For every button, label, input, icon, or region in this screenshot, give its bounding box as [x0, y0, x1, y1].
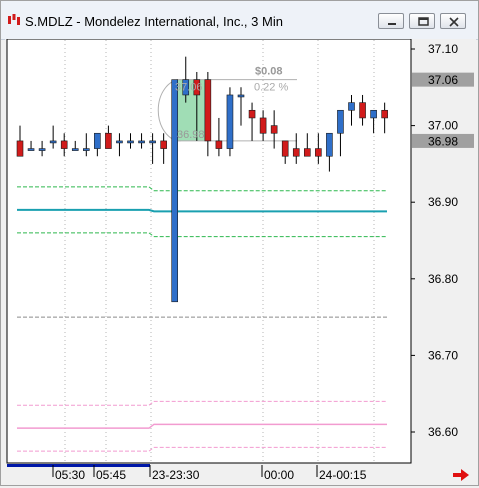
- candle-body: [38, 148, 46, 151]
- x-axis-label: 05:45: [96, 468, 126, 482]
- chart-area: $0.08 0.22 % 37.06 36.98 37.10 37.00 36.90 36.8…: [5, 39, 476, 485]
- price-tag-label: 36.98: [428, 134, 458, 148]
- measure-start-label: 37.06: [175, 81, 203, 93]
- candle-body: [49, 140, 57, 144]
- candlestick-chart-icon: [8, 14, 20, 25]
- candle-body: [370, 109, 377, 119]
- candle-body: [83, 148, 90, 151]
- y-axis-label: 37.10: [428, 42, 458, 56]
- minimize-icon: [388, 23, 396, 25]
- candle-body: [171, 79, 178, 303]
- chart-window: S.MDLZ - Mondelez International, Inc., 3…: [0, 0, 479, 486]
- scroll-right-button[interactable]: [451, 467, 471, 483]
- restore-icon: [418, 17, 429, 26]
- candle-body: [160, 140, 167, 149]
- y-axis-label: 37.00: [428, 119, 458, 133]
- candle-body: [215, 140, 223, 149]
- candle-body: [226, 94, 234, 149]
- measure-percent-label: 0.22 %: [254, 81, 288, 93]
- candle-body: [105, 132, 112, 149]
- x-axis-label: 23-23:30: [152, 468, 200, 482]
- price-tag-label: 37.06: [428, 73, 458, 87]
- candle-body: [381, 109, 388, 119]
- candle-body: [315, 148, 322, 157]
- candle-body: [149, 140, 156, 144]
- measure-change-label: $0.08: [255, 66, 283, 78]
- candle-body: [270, 125, 278, 134]
- right-arrow-icon: [453, 469, 469, 481]
- x-axis-label: 05:30: [55, 468, 85, 482]
- close-icon: [449, 17, 459, 27]
- x-axis-label: 24-00:15: [319, 468, 367, 482]
- candle-body: [127, 140, 134, 144]
- candle-body: [71, 148, 79, 151]
- title-bar[interactable]: S.MDLZ - Mondelez International, Inc., 3…: [1, 1, 478, 40]
- candle-body: [281, 140, 289, 157]
- candle-body: [60, 140, 68, 149]
- candle-body: [248, 109, 256, 119]
- price-chart[interactable]: $0.08 0.22 % 37.06 36.98 37.10 37.00 36.90 36.8…: [5, 39, 476, 485]
- measure-end-label: 36.98: [177, 129, 205, 141]
- candle-body: [237, 94, 245, 98]
- time-session-bar: [7, 464, 150, 467]
- close-button[interactable]: [440, 13, 466, 29]
- candle-body: [303, 148, 311, 157]
- candle-body: [359, 102, 366, 119]
- y-axis-label: 36.70: [428, 348, 458, 362]
- minimize-button[interactable]: [378, 13, 404, 29]
- candle-body: [337, 109, 344, 134]
- candle-body: [326, 132, 333, 157]
- y-axis-label: 36.80: [428, 272, 458, 286]
- candle-body: [27, 148, 35, 151]
- candle-body: [259, 117, 267, 134]
- candle-body: [292, 148, 300, 157]
- y-axis-label: 36.60: [428, 425, 458, 439]
- candle-body: [116, 140, 123, 144]
- restore-button[interactable]: [409, 13, 435, 29]
- window-title: S.MDLZ - Mondelez International, Inc., 3…: [25, 14, 283, 29]
- candle-body: [16, 140, 24, 157]
- candle-body: [94, 132, 101, 149]
- x-axis-label: 00:00: [264, 468, 294, 482]
- candle-body: [204, 79, 212, 142]
- y-axis-label: 36.90: [428, 195, 458, 209]
- candle-body: [138, 140, 145, 144]
- candle-body: [348, 102, 355, 111]
